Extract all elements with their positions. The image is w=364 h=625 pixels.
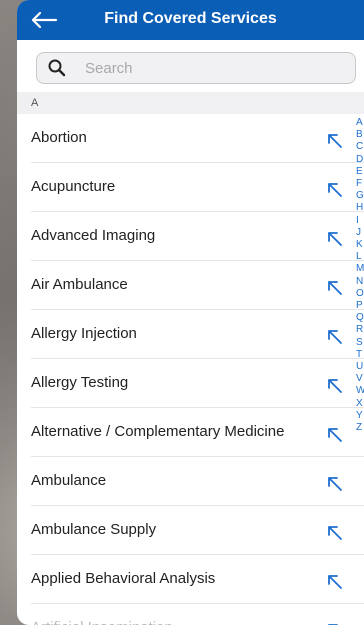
list-item[interactable]: Allergy Injection — [17, 310, 364, 359]
search-icon — [48, 59, 66, 77]
list-item[interactable]: Alternative / Complementary Medicine — [17, 408, 364, 457]
index-letter[interactable]: Z — [356, 422, 364, 434]
arrow-up-left-icon — [328, 281, 342, 295]
list-item-label: Applied Behavioral Analysis — [31, 570, 216, 587]
arrow-up-left-icon — [328, 330, 342, 344]
list-item[interactable]: Allergy Testing — [17, 359, 364, 408]
list-item[interactable]: Artificial Insemination — [17, 604, 364, 625]
alphabet-index[interactable]: ABCDEFGHIJKLMNOPQRSTUVWXYZ — [356, 117, 364, 434]
search-input[interactable] — [83, 57, 347, 79]
index-letter[interactable]: P — [356, 300, 364, 312]
index-letter[interactable]: U — [356, 361, 364, 373]
index-letter[interactable]: Y — [356, 410, 364, 422]
index-letter[interactable]: K — [356, 239, 364, 251]
index-letter[interactable]: I — [356, 215, 364, 227]
services-sheet: Find Covered Services A Abortion Acupunct… — [17, 0, 364, 625]
search-box[interactable] — [36, 52, 356, 84]
list-item[interactable]: Ambulance Supply — [17, 506, 364, 555]
index-letter[interactable]: H — [356, 202, 364, 214]
index-letter[interactable]: C — [356, 141, 364, 153]
index-letter[interactable]: V — [356, 373, 364, 385]
index-letter[interactable]: R — [356, 324, 364, 336]
search-area — [17, 40, 364, 92]
index-letter[interactable]: S — [356, 337, 364, 349]
list-item-label: Alternative / Complementary Medicine — [31, 423, 285, 440]
arrow-up-left-icon — [328, 428, 342, 442]
list-item[interactable]: Advanced Imaging — [17, 212, 364, 261]
index-letter[interactable]: O — [356, 288, 364, 300]
section-header-a: A — [17, 92, 364, 114]
index-letter[interactable]: D — [356, 154, 364, 166]
arrow-up-left-icon — [328, 183, 342, 197]
list-item[interactable]: Acupuncture — [17, 163, 364, 212]
list-item-label: Air Ambulance — [31, 276, 128, 293]
list-item-label: Ambulance Supply — [31, 521, 157, 538]
list-item[interactable]: Abortion — [17, 114, 364, 163]
arrow-up-left-icon — [328, 575, 342, 589]
index-letter[interactable]: E — [356, 166, 364, 178]
index-letter[interactable]: G — [356, 190, 364, 202]
list-item[interactable]: Air Ambulance — [17, 261, 364, 310]
index-letter[interactable]: W — [356, 385, 364, 397]
index-letter[interactable]: M — [356, 263, 364, 275]
services-list: Abortion Acupuncture Advanced Imaging Air A… — [17, 114, 364, 625]
list-item-label: Artificial Insemination — [31, 619, 173, 625]
list-item-label: Acupuncture — [31, 178, 116, 195]
list-item[interactable]: Ambulance — [17, 457, 364, 506]
index-letter[interactable]: X — [356, 398, 364, 410]
arrow-up-left-icon — [328, 232, 342, 246]
list-item-label: Advanced Imaging — [31, 227, 156, 244]
index-letter[interactable]: T — [356, 349, 364, 361]
list-item-label: Allergy Testing — [31, 374, 129, 391]
index-letter[interactable]: N — [356, 276, 364, 288]
index-letter[interactable]: B — [356, 129, 364, 141]
list-item-label: Abortion — [31, 129, 87, 146]
page-title: Find Covered Services — [104, 10, 277, 27]
index-letter[interactable]: F — [356, 178, 364, 190]
index-letter[interactable]: J — [356, 227, 364, 239]
arrow-up-left-icon — [328, 526, 342, 540]
arrow-up-left-icon — [328, 477, 342, 491]
header-bar: Find Covered Services — [17, 0, 364, 40]
index-letter[interactable]: L — [356, 251, 364, 263]
arrow-up-left-icon — [328, 379, 342, 393]
index-letter[interactable]: Q — [356, 312, 364, 324]
index-letter[interactable]: A — [356, 117, 364, 129]
list-item-label: Allergy Injection — [31, 325, 137, 342]
list-item[interactable]: Applied Behavioral Analysis — [17, 555, 364, 604]
arrow-up-left-icon — [328, 134, 342, 148]
list-item-label: Ambulance — [31, 472, 107, 489]
